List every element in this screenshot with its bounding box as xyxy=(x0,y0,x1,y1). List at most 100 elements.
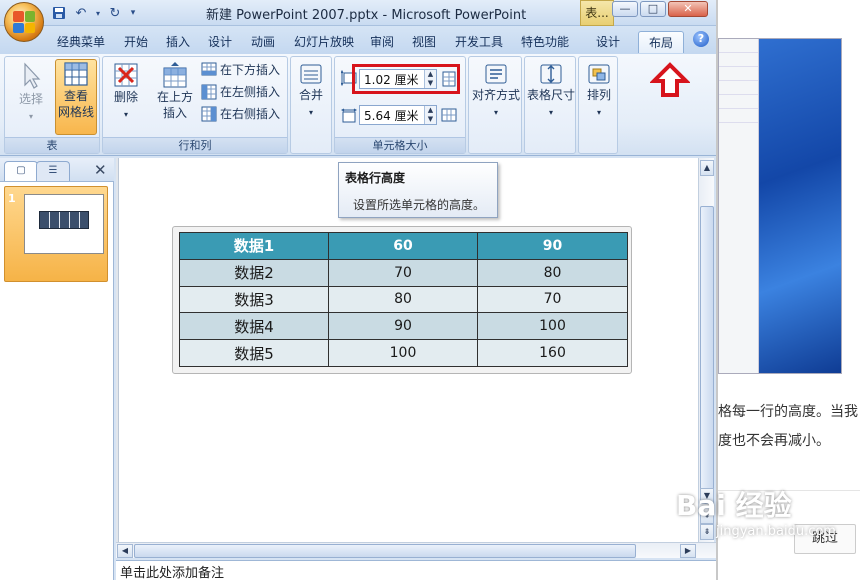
table-size-label: 表格尺寸 xyxy=(526,88,575,102)
tab-classic-menu[interactable]: 经典菜单 xyxy=(50,31,112,53)
scroll-left-icon[interactable]: ◀ xyxy=(117,544,133,558)
screenshot-desktop-background xyxy=(759,39,841,373)
group-rows-columns-label: 行和列 xyxy=(103,137,287,153)
delete-table-icon xyxy=(114,63,138,87)
arrange-icon xyxy=(588,64,610,84)
insert-left-icon xyxy=(201,84,217,100)
table-cell[interactable]: 60 xyxy=(328,232,478,260)
distribute-columns-icon[interactable] xyxy=(441,107,457,123)
delete-label: 删除 xyxy=(113,90,138,104)
table-cell[interactable]: 数据4 xyxy=(179,312,329,341)
table-cell[interactable]: 100 xyxy=(477,312,628,341)
table-cell[interactable]: 数据2 xyxy=(179,258,329,287)
quick-access-toolbar: ↶ ▾ ↻ ▾ xyxy=(50,4,138,22)
customize-qat-icon[interactable]: ▾ xyxy=(128,4,138,22)
delete-button[interactable]: 删除 ▾ xyxy=(107,61,145,135)
help-icon[interactable]: ? xyxy=(693,31,709,47)
close-button[interactable]: ✕ xyxy=(668,1,708,17)
annotation-up-arrow-icon xyxy=(650,62,690,97)
insert-above-button[interactable]: 在上方 插入 xyxy=(155,61,195,135)
slide-thumbnail[interactable] xyxy=(24,194,104,254)
thumbnail-table-preview xyxy=(39,211,89,229)
close-pane-icon[interactable]: ✕ xyxy=(94,162,107,178)
table-cell[interactable]: 数据1 xyxy=(179,232,329,260)
tab-view[interactable]: 视图 xyxy=(406,31,442,53)
tab-animations[interactable]: 动画 xyxy=(244,31,282,53)
title-bar: ↶ ▾ ↻ ▾ 新建 PowerPoint 2007.pptx - Micros… xyxy=(0,0,716,26)
tab-table-design[interactable]: 设计 xyxy=(590,31,626,53)
undo-icon[interactable]: ↶ xyxy=(72,4,90,22)
article-line-2: 度也不会再减小。 xyxy=(718,433,830,449)
table-row: 数据5 100 160 xyxy=(179,339,628,367)
merge-cells-icon xyxy=(300,64,322,84)
tab-home[interactable]: 开始 xyxy=(118,31,154,53)
table-size-button[interactable]: 表格尺寸 ▾ xyxy=(526,61,576,135)
group-rows-columns: 删除 ▾ 在上方 插入 在下方插入 在左侧插入 在右侧插入 行和列 xyxy=(102,56,288,154)
redo-icon[interactable]: ↻ xyxy=(106,4,124,22)
tab-developer[interactable]: 开发工具 xyxy=(448,31,510,53)
scroll-up-icon[interactable]: ▲ xyxy=(700,160,714,176)
window-title: 新建 PowerPoint 2007.pptx - Microsoft Powe… xyxy=(206,8,527,23)
group-cell-size-label: 单元格大小 xyxy=(335,137,465,153)
table-cell[interactable]: 80 xyxy=(477,258,628,287)
gridlines-icon xyxy=(64,62,88,86)
undo-dropdown-icon[interactable]: ▾ xyxy=(94,4,102,22)
tab-outline[interactable]: ☰ xyxy=(36,161,70,181)
horizontal-scrollbar[interactable]: ◀ ▶ xyxy=(116,542,716,558)
table-cell[interactable]: 90 xyxy=(328,312,478,341)
table-cell[interactable]: 160 xyxy=(477,339,628,367)
insert-below-button[interactable]: 在下方插入 xyxy=(201,62,280,78)
tab-special-features[interactable]: 特色功能 xyxy=(514,31,576,53)
notes-pane[interactable]: 单击此处添加备注 xyxy=(116,560,716,580)
slide-number: 1 xyxy=(8,192,16,205)
insert-above-label-2: 插入 xyxy=(162,106,187,120)
column-width-arrows[interactable]: ▲ ▼ xyxy=(424,106,436,124)
tab-insert[interactable]: 插入 xyxy=(160,31,196,53)
screenshot-app-strip xyxy=(719,39,759,373)
table-tools-context-tag: 表... xyxy=(580,0,614,26)
table-cell[interactable]: 70 xyxy=(328,258,478,287)
data-table[interactable]: 数据1 60 90 数据2 70 80 数据3 80 70 数据4 90 100… xyxy=(179,232,628,367)
alignment-label: 对齐方式 xyxy=(471,88,520,102)
column-width-spinner[interactable]: 5.64 厘米 ▲ ▼ xyxy=(359,105,437,125)
table-cell[interactable]: 100 xyxy=(328,339,478,367)
tab-table-layout[interactable]: 布局 xyxy=(638,31,684,53)
ribbon-tabs: 经典菜单 开始 插入 设计 动画 幻灯片放映 审阅 视图 开发工具 特色功能 设… xyxy=(0,26,716,54)
table-cell[interactable]: 90 xyxy=(477,232,628,260)
merge-button[interactable]: 合并 ▾ xyxy=(293,61,329,135)
view-gridlines-button[interactable]: 查看 网格线 xyxy=(55,59,97,135)
insert-left-button[interactable]: 在左侧插入 xyxy=(201,84,280,100)
next-slide-icon[interactable]: ⇟ xyxy=(700,524,714,540)
alignment-icon xyxy=(485,64,507,84)
tab-design[interactable]: 设计 xyxy=(202,31,238,53)
tab-slides[interactable]: ▢ xyxy=(4,161,38,181)
table-row: 数据3 80 70 xyxy=(179,285,628,314)
table-row: 数据1 60 90 xyxy=(179,232,628,260)
vertical-scroll-thumb[interactable] xyxy=(700,206,714,498)
tab-review[interactable]: 审阅 xyxy=(364,31,400,53)
table-cell[interactable]: 70 xyxy=(477,285,628,314)
select-cursor-icon xyxy=(24,62,41,89)
insert-below-label: 在下方插入 xyxy=(220,63,281,77)
tab-slide-show[interactable]: 幻灯片放映 xyxy=(288,31,360,53)
select-button[interactable]: 选择 ▾ xyxy=(11,61,51,135)
table-cell[interactable]: 数据5 xyxy=(179,339,329,367)
watermark-url: jingyan.baidu.com xyxy=(716,524,836,539)
office-button[interactable] xyxy=(4,2,44,42)
save-icon[interactable] xyxy=(50,4,68,22)
group-arrange: 排列 ▾ xyxy=(578,56,618,154)
row-height-highlight-box xyxy=(352,64,460,94)
minimize-button[interactable]: — xyxy=(612,1,638,17)
group-table: 选择 ▾ 查看 网格线 表 xyxy=(4,56,100,154)
column-width-value: 5.64 厘米 xyxy=(364,108,419,123)
alignment-button[interactable]: 对齐方式 ▾ xyxy=(471,61,521,135)
row-height-tooltip: 表格行高度 设置所选单元格的高度。 xyxy=(338,162,498,218)
insert-right-button[interactable]: 在右侧插入 xyxy=(201,106,280,122)
horizontal-scroll-thumb[interactable] xyxy=(134,544,636,558)
select-label: 选择 xyxy=(18,92,43,106)
scroll-right-icon[interactable]: ▶ xyxy=(680,544,696,558)
table-cell[interactable]: 数据3 xyxy=(179,285,329,314)
arrange-button[interactable]: 排列 ▾ xyxy=(580,61,618,135)
table-cell[interactable]: 80 xyxy=(328,285,478,314)
maximize-button[interactable]: □ xyxy=(640,1,666,17)
